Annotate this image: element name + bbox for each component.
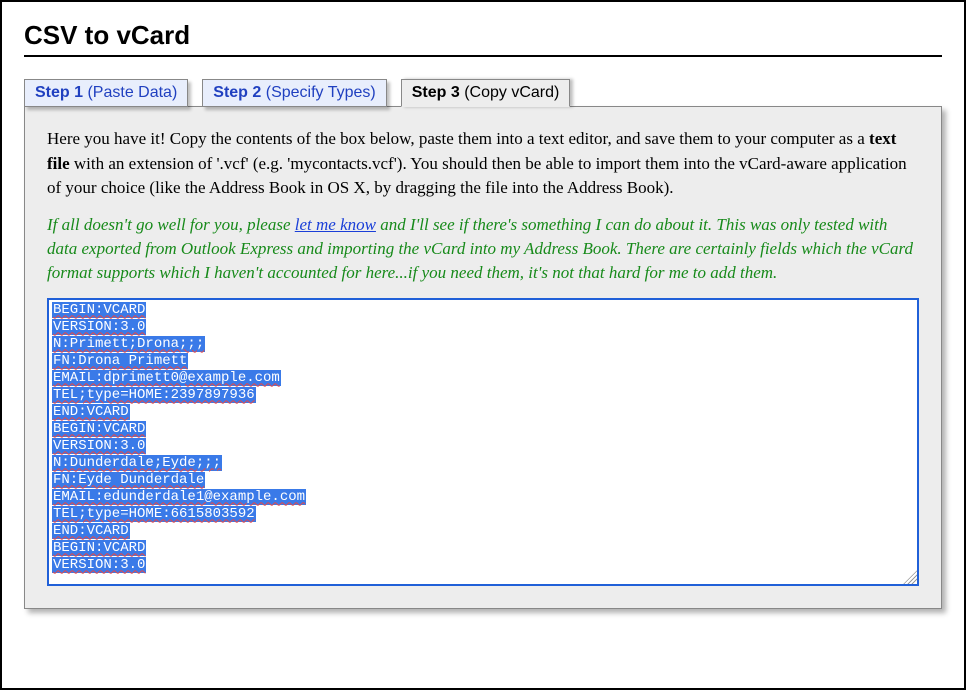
vcard-line: END:VCARD: [52, 523, 914, 540]
vcard-line: BEGIN:VCARD: [52, 302, 914, 319]
vcard-line: VERSION:3.0: [52, 438, 914, 455]
vcard-line: EMAIL:dprimett0@example.com: [52, 370, 914, 387]
vcard-line: END:VCARD: [52, 404, 914, 421]
vcard-line: VERSION:3.0: [52, 319, 914, 336]
note-text: If all doesn't go well for you, please l…: [47, 213, 919, 284]
vcard-line: BEGIN:VCARD: [52, 421, 914, 438]
vcard-line: TEL;type=HOME:2397897936: [52, 387, 914, 404]
vcard-output[interactable]: BEGIN:VCARDVERSION:3.0N:Primett;Drona;;;…: [47, 298, 919, 586]
tab-bar: Step 1 (Paste Data) Step 2 (Specify Type…: [24, 79, 942, 107]
vcard-line: EMAIL:edunderdale1@example.com: [52, 489, 914, 506]
vcard-line: FN:Drona Primett: [52, 353, 914, 370]
tab-step-3[interactable]: Step 3 (Copy vCard): [401, 79, 571, 107]
tab-step-1[interactable]: Step 1 (Paste Data): [24, 79, 188, 107]
tab-step-number: Step 2: [213, 84, 261, 101]
vcard-line: N:Primett;Drona;;;: [52, 336, 914, 353]
vcard-line: FN:Eyde Dunderdale: [52, 472, 914, 489]
tab-step-number: Step 3: [412, 84, 460, 101]
instructions-text: Here you have it! Copy the contents of t…: [47, 127, 919, 201]
let-me-know-link[interactable]: let me know: [295, 215, 376, 234]
title-divider: [24, 55, 942, 57]
tab-step-label: (Paste Data): [87, 84, 177, 101]
tab-step-label: (Specify Types): [266, 84, 376, 101]
page-title: CSV to vCard: [24, 20, 942, 51]
tab-step-label: (Copy vCard): [464, 84, 559, 101]
vcard-line: VERSION:3.0: [52, 557, 914, 574]
vcard-line: TEL;type=HOME:6615803592: [52, 506, 914, 523]
tab-step-2[interactable]: Step 2 (Specify Types): [202, 79, 386, 107]
instructions-post: with an extension of '.vcf' (e.g. 'mycon…: [47, 154, 907, 198]
app-window: CSV to vCard Step 1 (Paste Data) Step 2 …: [0, 0, 966, 690]
vcard-line: BEGIN:VCARD: [52, 540, 914, 557]
instructions-pre: Here you have it! Copy the contents of t…: [47, 129, 869, 148]
tab-step-number: Step 1: [35, 84, 83, 101]
content-panel: Here you have it! Copy the contents of t…: [24, 106, 942, 609]
vcard-line: N:Dunderdale;Eyde;;;: [52, 455, 914, 472]
note-pre: If all doesn't go well for you, please: [47, 215, 295, 234]
